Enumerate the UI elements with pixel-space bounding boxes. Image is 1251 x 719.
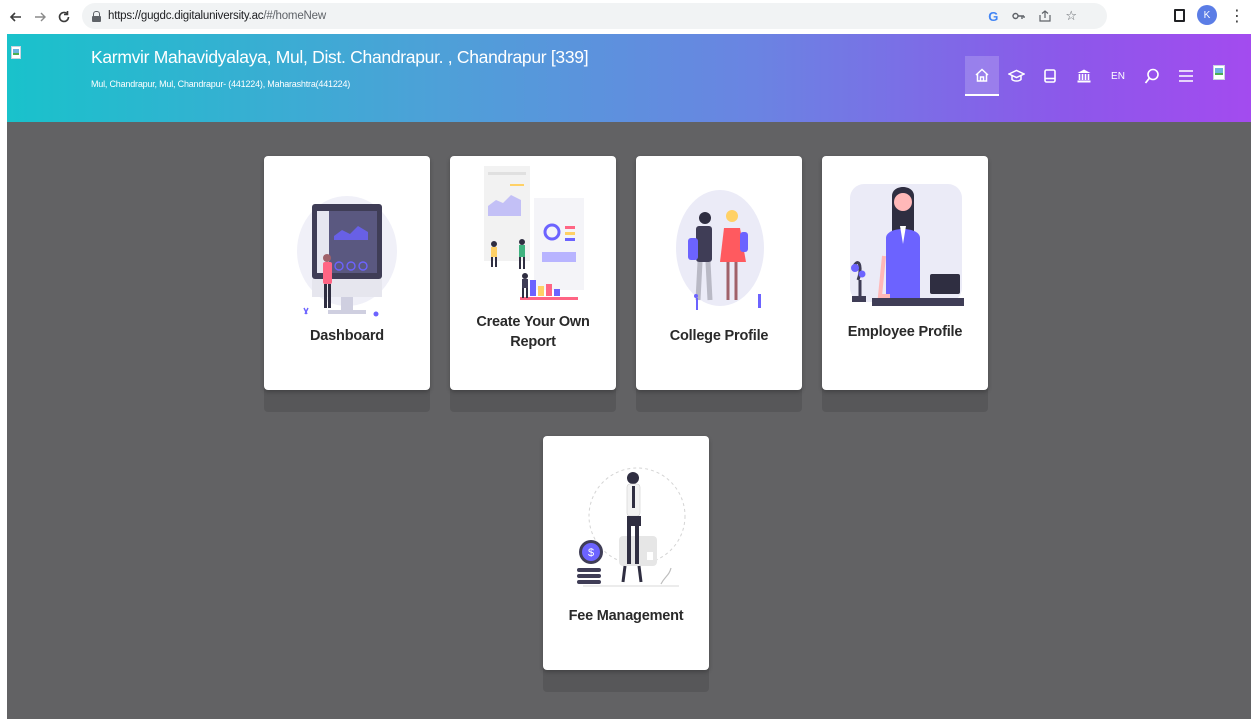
academics-button[interactable] (999, 56, 1033, 96)
omnibox-icons: G ☆ (988, 3, 1077, 29)
language-button[interactable]: EN (1101, 56, 1135, 96)
card-body[interactable]: Dashboard (264, 156, 430, 390)
forward-button[interactable] (30, 7, 50, 27)
reload-icon (58, 11, 70, 23)
browser-actions: K ⋮ (1174, 5, 1245, 25)
dashboard-illustration (297, 196, 397, 317)
card-label-line1: Create Your Own (476, 314, 590, 330)
college-logo (11, 46, 23, 60)
browser-toolbar: https://gugdc.digitaluniversity.ac/#/hom… (0, 0, 1251, 34)
app-header: Karmvir Mahavidyalaya, Mul, Dist. Chandr… (7, 34, 1251, 122)
card-label: Create Your Own Report (450, 312, 616, 352)
svg-text:$: $ (588, 547, 594, 559)
browser-nav (6, 7, 74, 27)
bank-icon (1077, 69, 1091, 83)
user-avatar (1213, 65, 1227, 87)
header-nav: EN (965, 56, 1237, 96)
reload-button[interactable] (54, 7, 74, 27)
card-dashboard[interactable]: Dashboard (264, 156, 430, 412)
page-body: Karmvir Mahavidyalaya, Mul, Dist. Chandr… (7, 34, 1251, 719)
fee-management-illustration: $ (577, 467, 686, 587)
card-fee-management[interactable]: $ Fee Management (543, 436, 709, 692)
lock-icon (92, 10, 101, 22)
home-icon (975, 68, 989, 82)
card-body[interactable]: College Profile (636, 156, 802, 390)
url-text[interactable]: https://gugdc.digitaluniversity.ac/#/hom… (108, 10, 326, 22)
card-body[interactable]: Create Your Own Report (450, 156, 616, 390)
search-icon (1144, 68, 1159, 84)
sidebar-icon[interactable] (1174, 8, 1185, 22)
share-icon[interactable] (1039, 10, 1051, 22)
card-employee-profile[interactable]: Employee Profile (822, 156, 988, 412)
arrow-right-icon (35, 12, 46, 22)
card-label: Fee Management (568, 608, 684, 624)
institution-button[interactable] (1067, 56, 1101, 96)
star-icon[interactable]: ☆ (1065, 9, 1077, 24)
more-menu-icon[interactable]: ⋮ (1229, 6, 1245, 25)
card-label: Dashboard (310, 328, 384, 344)
menu-button[interactable] (1169, 56, 1203, 96)
search-button[interactable] (1135, 56, 1169, 96)
address-bar[interactable]: https://gugdc.digitaluniversity.ac/#/hom… (82, 3, 1107, 29)
book-icon (1044, 69, 1056, 83)
language-label: EN (1111, 70, 1125, 82)
card-label-line2: Report (510, 334, 556, 350)
card-create-report[interactable]: Create Your Own Report (450, 156, 616, 412)
user-avatar-button[interactable] (1203, 56, 1237, 96)
google-icon[interactable]: G (988, 9, 998, 24)
college-profile-illustration (676, 190, 764, 310)
menu-icon (1179, 70, 1193, 82)
back-button[interactable] (6, 7, 26, 27)
report-illustration (484, 166, 584, 300)
profile-avatar[interactable]: K (1197, 5, 1217, 25)
card-body[interactable]: $ Fee Management (543, 436, 709, 670)
employee-profile-illustration (850, 184, 964, 306)
documents-button[interactable] (1033, 56, 1067, 96)
card-college-profile[interactable]: College Profile (636, 156, 802, 412)
key-icon[interactable] (1012, 11, 1026, 21)
card-label: Employee Profile (847, 324, 963, 340)
graduation-cap-icon (1007, 69, 1025, 82)
home-button[interactable] (965, 56, 999, 96)
card-body[interactable]: Employee Profile (822, 156, 988, 390)
card-label: College Profile (669, 328, 769, 344)
college-address: Mul, Chandrapur, Mul, Chandrapur- (44122… (91, 79, 351, 89)
arrow-left-icon (9, 12, 21, 22)
college-name: Karmvir Mahavidyalaya, Mul, Dist. Chandr… (91, 47, 589, 67)
